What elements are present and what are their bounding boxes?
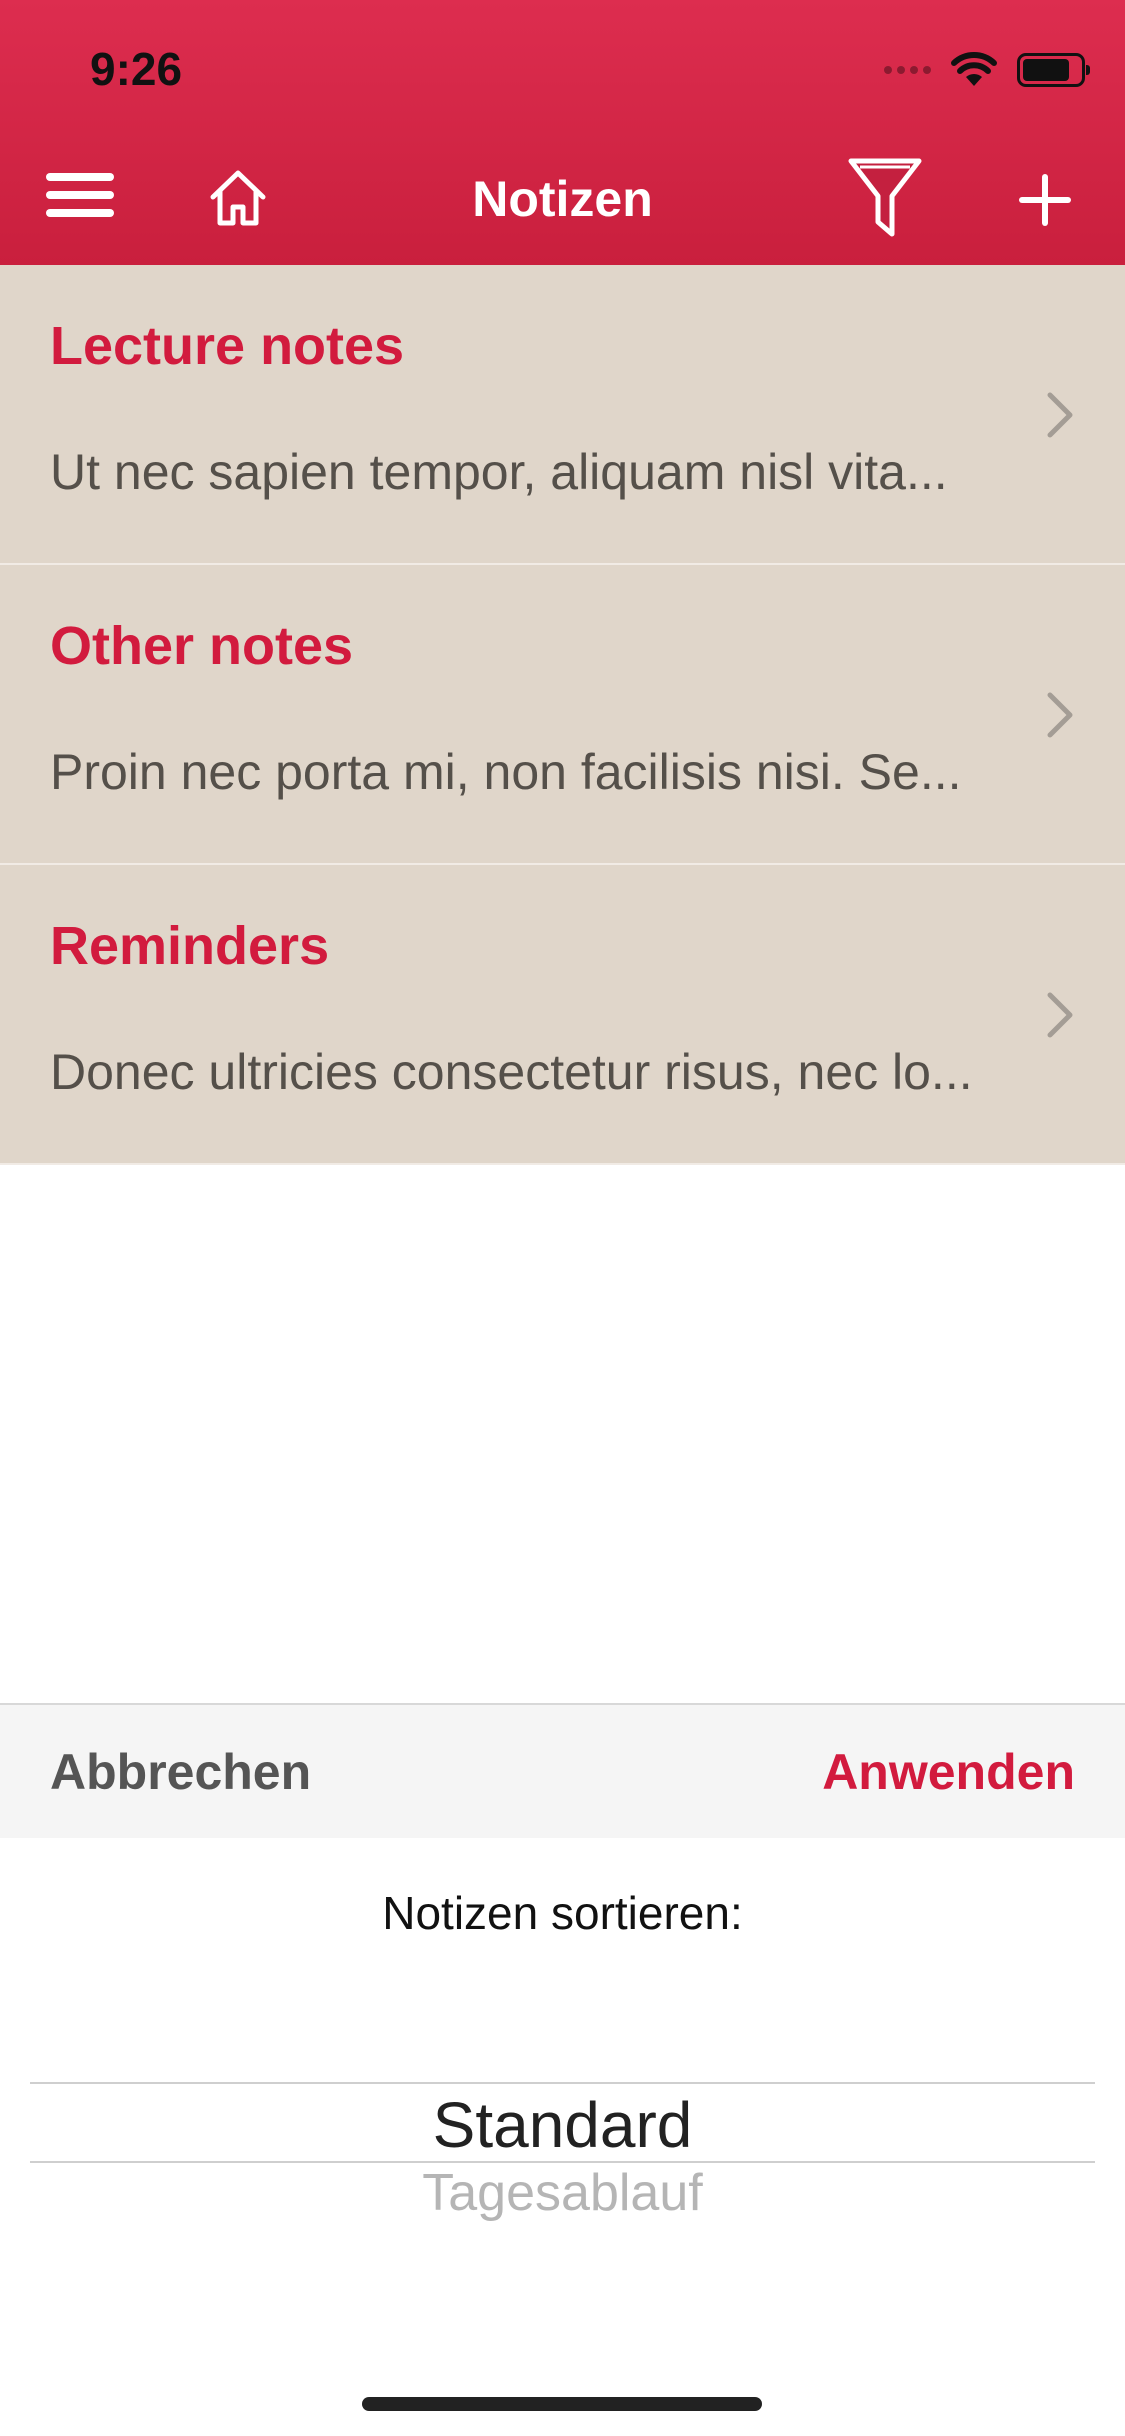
plus-icon: [1019, 174, 1071, 226]
note-preview: Ut nec sapien tempor, aliquam nisl vita.…: [50, 444, 948, 500]
picker-toolbar: Abbrechen Anwenden: [0, 1703, 1125, 1838]
picker-label: Notizen sortieren:: [382, 1887, 743, 1939]
picker-selection-top-divider: [30, 2082, 1095, 2084]
cancel-button[interactable]: Abbrechen: [50, 1743, 311, 1801]
nav-bar: 9:26 Notizen: [0, 0, 1125, 265]
add-note-button[interactable]: [1005, 160, 1085, 240]
filter-button[interactable]: [840, 152, 930, 242]
picker-option-selected[interactable]: Standard: [0, 2088, 1125, 2162]
note-title: Reminders: [50, 916, 330, 976]
picker-option[interactable]: Tagesablauf: [0, 2163, 1125, 2223]
battery-icon: [1017, 53, 1090, 87]
cellular-signal-icon: [884, 66, 931, 74]
filter-icon: [848, 158, 922, 237]
apply-button[interactable]: Anwenden: [822, 1743, 1075, 1801]
note-preview: Donec ultricies consectetur risus, nec l…: [50, 1044, 973, 1100]
notes-list: Lecture notes Ut nec sapien tempor, aliq…: [0, 265, 1125, 1165]
chevron-right-icon: [1047, 692, 1073, 738]
chevron-right-icon: [1047, 392, 1073, 438]
status-time: 9:26: [90, 43, 183, 95]
list-item[interactable]: Other notes Proin nec porta mi, non faci…: [0, 565, 1125, 865]
status-indicators: [884, 50, 1090, 90]
home-indicator[interactable]: [362, 2397, 762, 2411]
list-item[interactable]: Lecture notes Ut nec sapien tempor, aliq…: [0, 265, 1125, 565]
note-title: Lecture notes: [50, 316, 405, 376]
list-item[interactable]: Reminders Donec ultricies consectetur ri…: [0, 865, 1125, 1165]
sort-picker: Notizen sortieren: Standard Tagesablauf: [0, 1838, 1125, 2436]
note-title: Other notes: [50, 616, 354, 676]
wifi-icon: [951, 52, 997, 86]
chevron-right-icon: [1047, 992, 1073, 1038]
page-title: Notizen: [472, 171, 653, 227]
note-preview: Proin nec porta mi, non facilisis nisi. …: [50, 744, 962, 800]
